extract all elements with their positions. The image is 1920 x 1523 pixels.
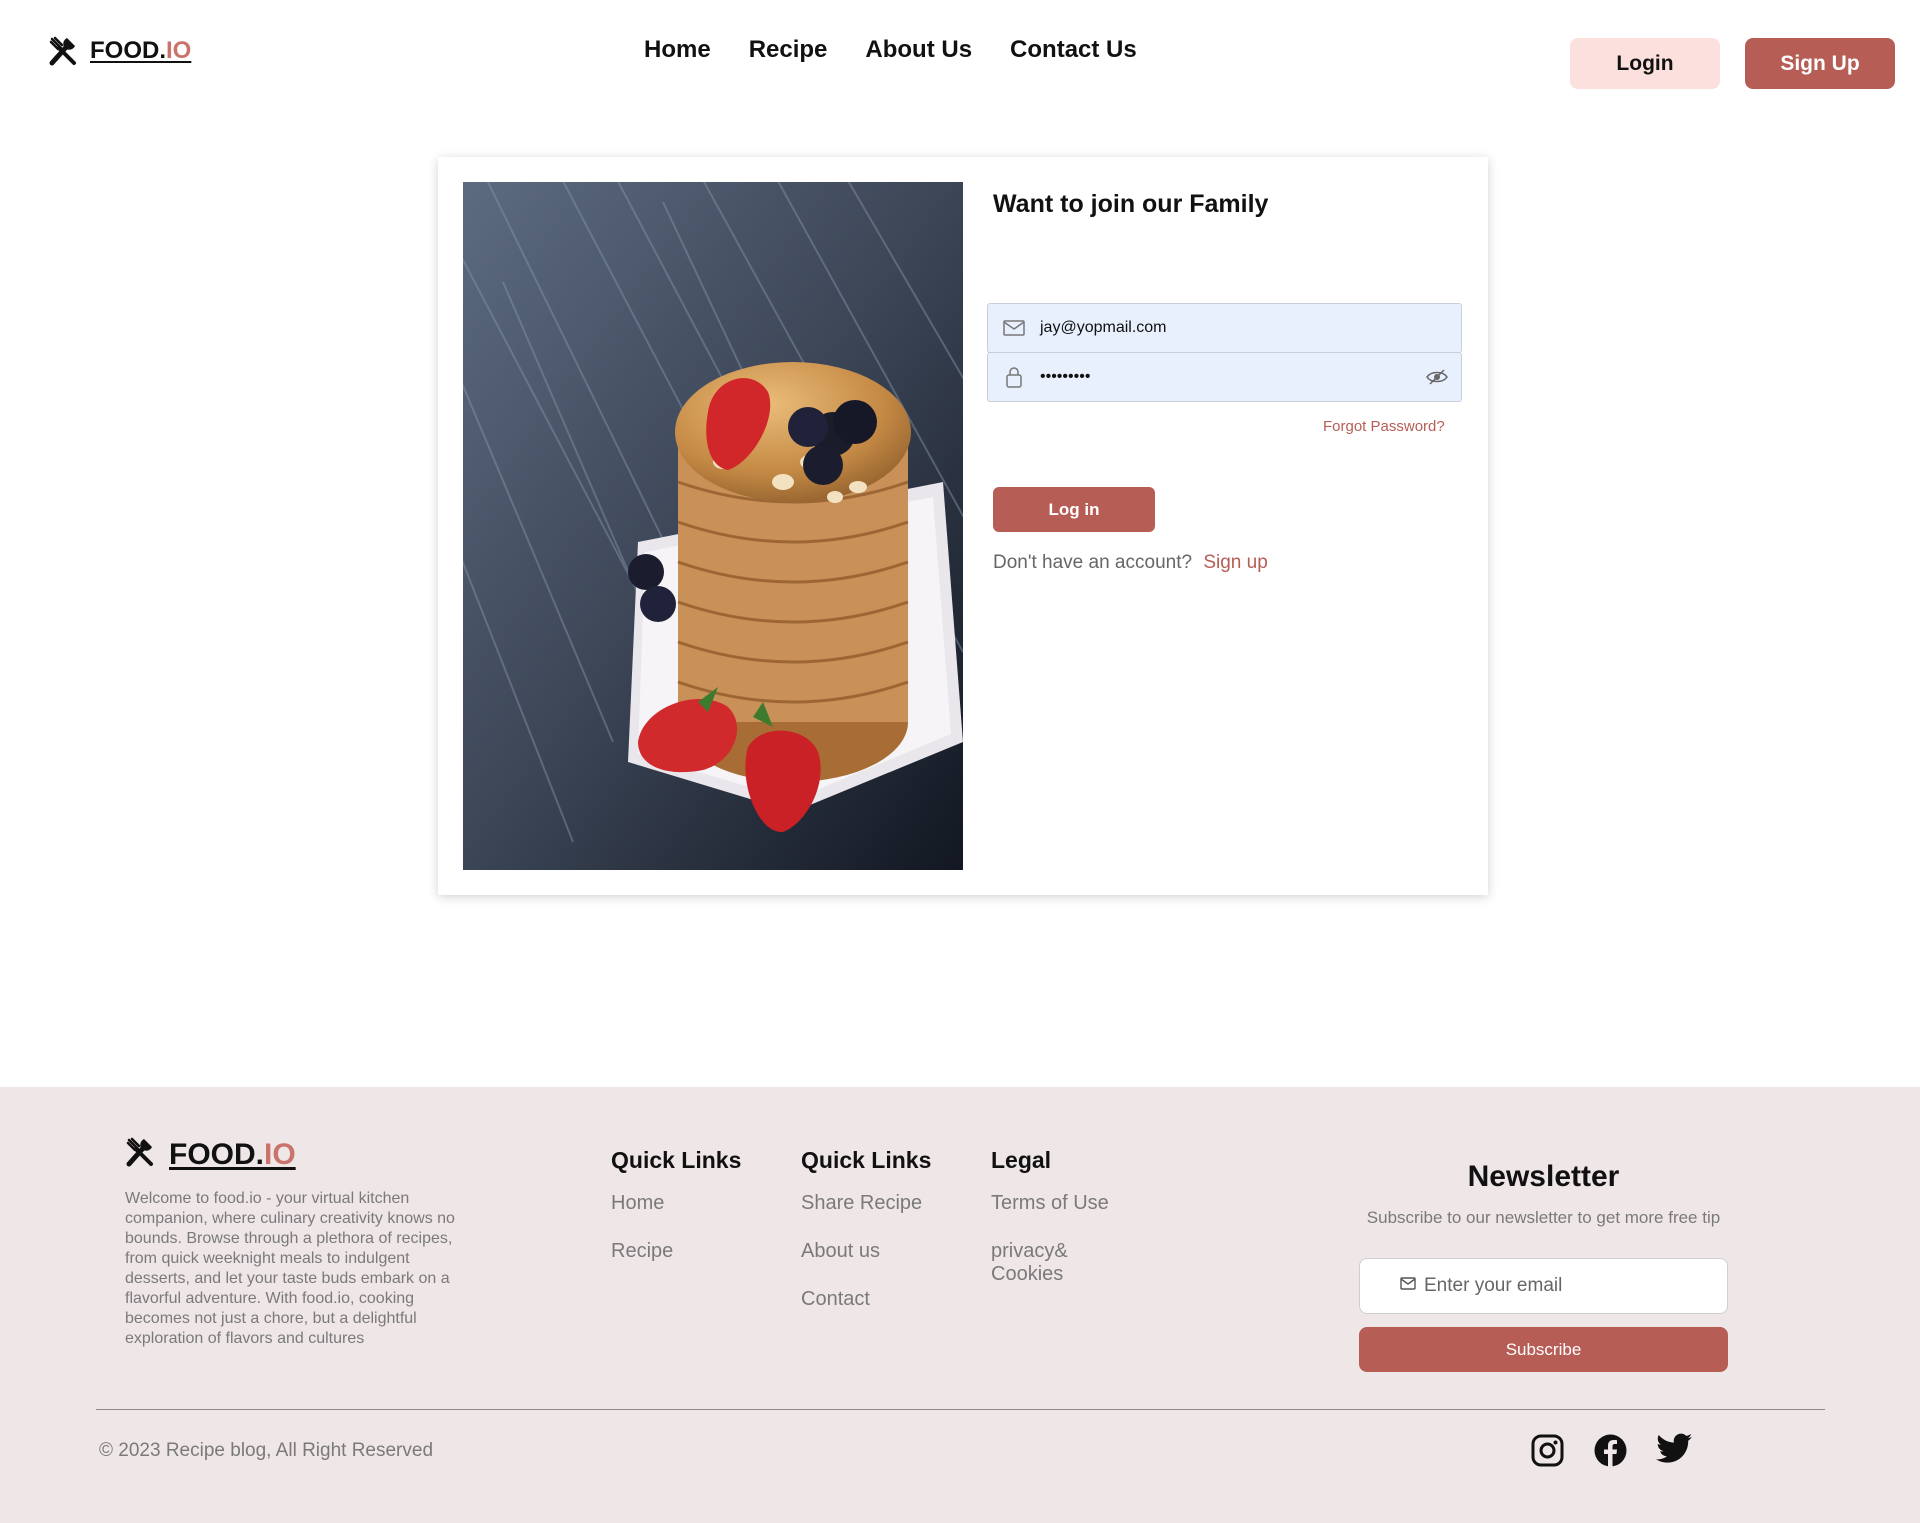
email-field[interactable]: jay@yopmail.com [987, 303, 1462, 353]
email-value: jay@yopmail.com [1040, 319, 1167, 336]
site-footer: FOOD.IO Welcome to food.io - your virtua… [0, 1087, 1920, 1523]
signup-prompt: Don't have an account? Sign up [993, 552, 1268, 574]
copyright-text: © 2023 Recipe blog, All Right Reserved [99, 1440, 434, 1461]
footer-link-privacy-cookies[interactable]: privacy& Cookies [991, 1240, 1111, 1286]
twitter-icon[interactable] [1656, 1433, 1693, 1473]
lock-icon [988, 366, 1040, 388]
footer-quick-links-1: Quick Links Home Recipe [611, 1147, 741, 1288]
footer-col-title: Quick Links [801, 1147, 932, 1173]
newsletter-placeholder: Enter your email [1424, 1275, 1563, 1296]
login-card: Want to join our Family jay@yopmail.com … [438, 157, 1488, 895]
footer-link-about-us[interactable]: About us [801, 1240, 931, 1263]
login-submit-button[interactable]: Log in [993, 487, 1155, 532]
footer-col-title: Quick Links [611, 1147, 742, 1173]
footer-link-recipe[interactable]: Recipe [611, 1240, 741, 1263]
eye-slash-icon[interactable] [1413, 369, 1461, 385]
footer-link-terms[interactable]: Terms of Use [991, 1192, 1111, 1215]
nav-contact-us[interactable]: Contact Us [1010, 36, 1137, 64]
footer-quick-links-2: Quick Links Share Recipe About us Contac… [801, 1147, 931, 1336]
newsletter-email-input[interactable]: Enter your email [1359, 1258, 1728, 1314]
forgot-password-link[interactable]: Forgot Password? [1323, 418, 1445, 435]
signup-link[interactable]: Sign up [1203, 552, 1267, 573]
fork-knife-icon [125, 1137, 155, 1172]
newsletter-section: Newsletter Subscribe to our newsletter t… [1359, 1160, 1728, 1372]
envelope-icon [1400, 1277, 1416, 1295]
fork-knife-icon [48, 36, 78, 66]
nav-about-us[interactable]: About Us [865, 36, 972, 64]
login-form: Want to join our Family jay@yopmail.com … [987, 182, 1468, 573]
newsletter-subtitle: Subscribe to our newsletter to get more … [1366, 1208, 1721, 1227]
password-field[interactable]: ••••••••• [987, 352, 1462, 402]
footer-brand-logo[interactable]: FOOD.IO [125, 1137, 296, 1172]
footer-legal: Legal Terms of Use privacy& Cookies [991, 1147, 1111, 1311]
main-nav: Home Recipe About Us Contact Us [644, 36, 1137, 64]
subscribe-button[interactable]: Subscribe [1359, 1327, 1728, 1372]
brand-logo-link[interactable]: FOOD.IO [48, 36, 191, 66]
footer-about-text: Welcome to food.io - your virtual kitche… [125, 1190, 455, 1347]
no-account-text: Don't have an account? [993, 552, 1193, 573]
form-title: Want to join our Family [993, 190, 1269, 218]
header-signup-button[interactable]: Sign Up [1745, 38, 1895, 89]
footer-link-share-recipe[interactable]: Share Recipe [801, 1192, 931, 1215]
footer-link-home[interactable]: Home [611, 1192, 741, 1215]
brand-name: FOOD.IO [90, 37, 192, 64]
footer-divider [96, 1409, 1825, 1410]
footer-link-contact[interactable]: Contact [801, 1288, 931, 1311]
envelope-icon [988, 319, 1040, 337]
newsletter-title: Newsletter [1467, 1160, 1620, 1193]
password-value: ••••••••• [1040, 368, 1091, 385]
footer-brand-name: FOOD.IO [169, 1137, 296, 1171]
nav-home[interactable]: Home [644, 36, 711, 64]
facebook-icon[interactable] [1593, 1433, 1628, 1473]
header-login-button[interactable]: Login [1570, 38, 1720, 89]
site-header: FOOD.IO Home Recipe About Us Contact Us … [0, 0, 1920, 110]
nav-recipe[interactable]: Recipe [749, 36, 828, 64]
footer-col-title: Legal [991, 1147, 1052, 1173]
social-links [1530, 1433, 1693, 1473]
pancakes-image [463, 182, 963, 870]
instagram-icon[interactable] [1530, 1433, 1565, 1473]
